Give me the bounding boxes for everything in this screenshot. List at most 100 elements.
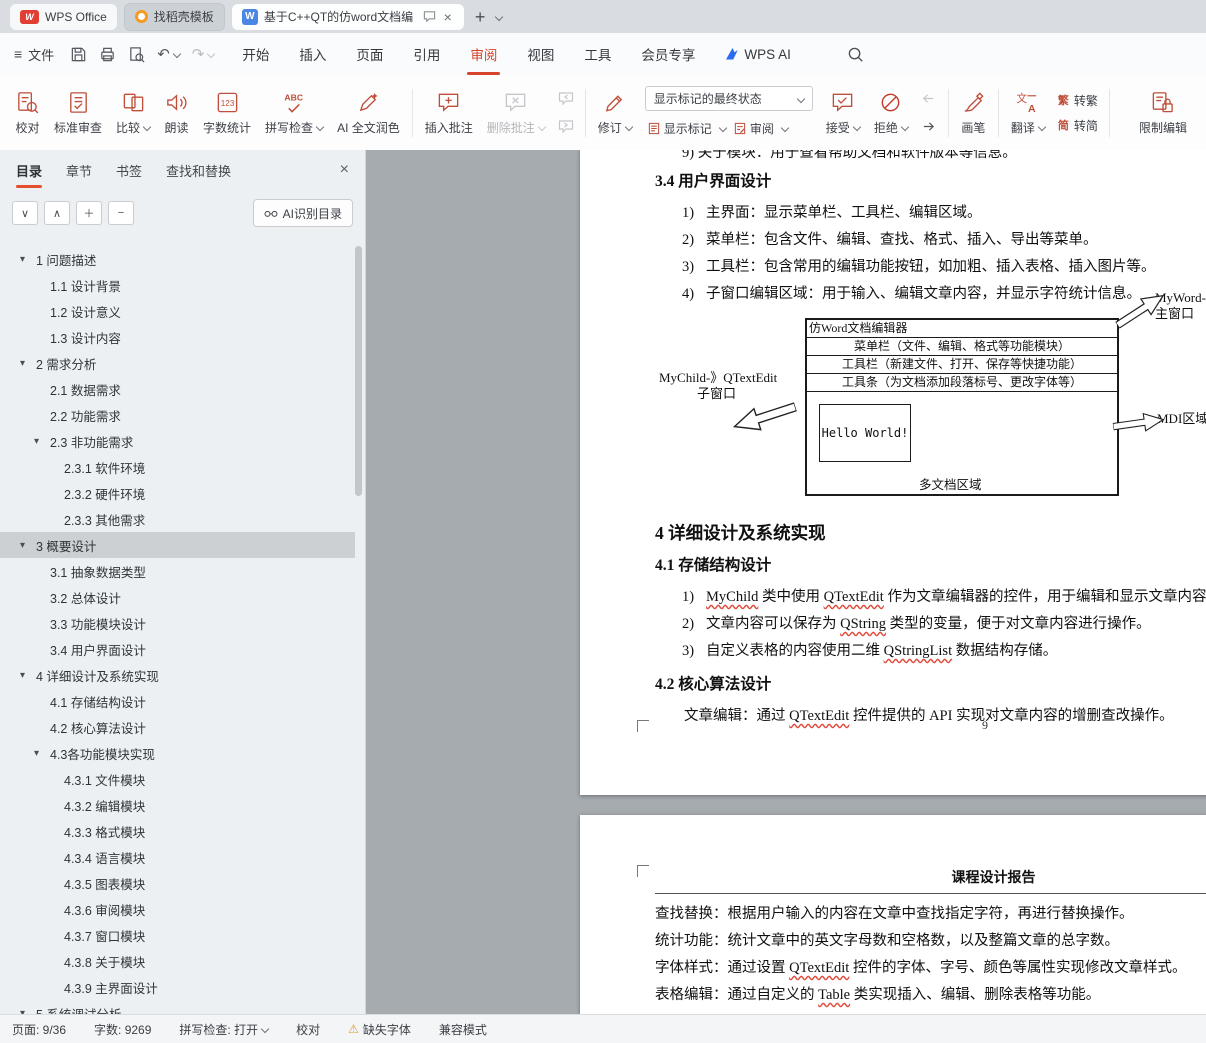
tab-membership[interactable]: 会员专享 (641, 33, 695, 75)
toc-item[interactable]: 1.2 设计意义 (0, 298, 355, 324)
tab-toc[interactable]: 目录 (16, 150, 43, 190)
word-count-button[interactable]: 123 字数统计 (196, 82, 258, 144)
accept-button[interactable]: 接受 (819, 82, 867, 144)
spell-check-button[interactable]: ABC 拼写检查 (258, 82, 330, 144)
compatibility-mode-indicator[interactable]: 兼容模式 (439, 1021, 487, 1038)
to-simplified-button[interactable]: 简 转简 (1058, 115, 1098, 135)
tab-list-chevron-icon[interactable] (495, 12, 504, 21)
ai-polish-button[interactable]: AI 全文润色 (330, 82, 407, 144)
redo-button[interactable]: ↷ (192, 45, 216, 63)
toc-item[interactable]: ▾ 2.3 非功能需求 (0, 428, 355, 454)
new-tab-button[interactable]: + (475, 8, 486, 26)
zoom-out-button[interactable]: − (108, 201, 134, 225)
toc-item[interactable]: 3.1 抽象数据类型 (0, 558, 355, 584)
collapse-caret-icon[interactable]: ▾ (34, 748, 50, 759)
close-sidebar-icon[interactable]: × (340, 161, 349, 179)
toc-item[interactable]: ▾ 1 问题描述 (0, 246, 355, 272)
tab-insert[interactable]: 插入 (299, 33, 326, 75)
undo-button[interactable]: ↶ (157, 45, 182, 63)
tab-view[interactable]: 视图 (527, 33, 554, 75)
file-menu-button[interactable]: ≡ 文件 (14, 45, 54, 64)
collapse-caret-icon[interactable]: ▾ (20, 670, 36, 681)
toc-item[interactable]: 4.1 存储结构设计 (0, 688, 355, 714)
document-page-9[interactable]: 9) 关于模块：用于查看帮助文档和软件版本等信息。 3.4 用户界面设计 主界面… (580, 150, 1206, 795)
toc-item[interactable]: 2.2 功能需求 (0, 402, 355, 428)
toc-item[interactable]: 4.3.8 关于模块 (0, 948, 355, 974)
toc-item[interactable]: ▾ 4 详细设计及系统实现 (0, 662, 355, 688)
docer-template-tab[interactable]: 找稻壳模板 (123, 2, 225, 31)
search-icon[interactable] (847, 46, 864, 63)
toc-item[interactable]: 4.3.3 格式模块 (0, 818, 355, 844)
proofread-status[interactable]: 校对 (296, 1021, 320, 1038)
sidebar-scrollbar[interactable] (355, 246, 362, 496)
toc-item[interactable]: 2.3.3 其他需求 (0, 506, 355, 532)
toc-item[interactable]: ▾ 2 需求分析 (0, 350, 355, 376)
toc-item[interactable]: 2.3.2 硬件环境 (0, 480, 355, 506)
word-count-indicator[interactable]: 字数: 9269 (94, 1021, 151, 1038)
markup-state-select[interactable]: 显示标记的最终状态 (644, 86, 813, 111)
save-button[interactable] (70, 46, 87, 63)
print-preview-button[interactable] (128, 46, 145, 63)
expand-all-button[interactable]: ∨ (12, 201, 38, 225)
insert-comment-button[interactable]: 插入批注 (418, 82, 480, 144)
to-traditional-button[interactable]: 繁 转繁 (1058, 90, 1098, 110)
print-button[interactable] (99, 46, 116, 63)
spell-check-toggle[interactable]: 拼写检查: 打开 (179, 1021, 270, 1038)
page-indicator[interactable]: 页面: 9/36 (12, 1021, 66, 1038)
wps-office-tab[interactable]: W WPS Office (10, 3, 117, 30)
toc-item[interactable]: 2.3.1 软件环境 (0, 454, 355, 480)
next-comment-button[interactable] (554, 116, 578, 137)
next-change-button[interactable] (917, 116, 941, 137)
close-tab-icon[interactable]: × (442, 9, 454, 25)
tab-find-replace[interactable]: 查找和替换 (166, 150, 231, 190)
undo-chevron-icon[interactable] (172, 49, 182, 59)
tab-bookmarks[interactable]: 书签 (116, 150, 142, 190)
read-aloud-button[interactable]: 朗读 (157, 82, 196, 144)
toc-item[interactable]: ▾ 4.3各功能模块实现 (0, 740, 355, 766)
toc-item[interactable]: 4.2 核心算法设计 (0, 714, 355, 740)
ink-pen-button[interactable]: 画笔 (954, 82, 993, 144)
toc-item[interactable]: 4.3.6 审阅模块 (0, 896, 355, 922)
toc-item[interactable]: 2.1 数据需求 (0, 376, 355, 402)
toc-item[interactable]: 4.3.7 窗口模块 (0, 922, 355, 948)
zoom-in-button[interactable]: ＋ (76, 201, 102, 225)
collapse-caret-icon[interactable]: ▾ (34, 436, 50, 447)
standard-review-button[interactable]: 标准审查 (47, 82, 109, 144)
toc-item[interactable]: ▾ 3 概要设计 (0, 532, 355, 558)
previous-comment-button[interactable] (554, 88, 578, 109)
ai-catalog-button[interactable]: AI识别目录 (252, 199, 353, 227)
toc-item[interactable]: 4.3.5 图表模块 (0, 870, 355, 896)
collapse-caret-icon[interactable]: ▾ (20, 254, 36, 265)
toc-item[interactable]: ▾ 5 系统调试分析 (0, 1000, 355, 1016)
tab-page[interactable]: 页面 (356, 33, 383, 75)
toc-item[interactable]: 3.3 功能模块设计 (0, 610, 355, 636)
reject-button[interactable]: 拒绝 (867, 82, 915, 144)
restrict-editing-button[interactable]: 限制编辑 (1132, 82, 1194, 144)
tab-reference[interactable]: 引用 (413, 33, 440, 75)
document-page-10[interactable]: 课程设计报告 查找替换：根据用户输入的内容在文章中查找指定字符，再进行替换操作。… (580, 815, 1206, 1015)
collapse-caret-icon[interactable]: ▾ (20, 358, 36, 369)
track-changes-button[interactable]: 修订 (591, 82, 639, 144)
toc-item[interactable]: 4.3.4 语言模块 (0, 844, 355, 870)
document-tab[interactable]: W 基于C++QT的仿word文档编 × (231, 3, 464, 30)
previous-change-button[interactable] (917, 88, 941, 109)
toc-item[interactable]: 4.3.1 文件模块 (0, 766, 355, 792)
tab-review[interactable]: 审阅 (467, 33, 501, 75)
tab-tools[interactable]: 工具 (584, 33, 611, 75)
toc-item[interactable]: 1.1 设计背景 (0, 272, 355, 298)
compare-button[interactable]: 比较 (109, 82, 157, 144)
toc-item[interactable]: 1.3 设计内容 (0, 324, 355, 350)
toc-item[interactable]: 4.3.2 编辑模块 (0, 792, 355, 818)
tab-home[interactable]: 开始 (242, 33, 269, 75)
redo-chevron-icon[interactable] (207, 49, 216, 59)
proofread-button[interactable]: 校对 (8, 82, 47, 144)
collapse-caret-icon[interactable]: ▾ (20, 540, 36, 551)
toc-item[interactable]: 3.4 用户界面设计 (0, 636, 355, 662)
collapse-all-button[interactable]: ∧ (44, 201, 70, 225)
toc-item[interactable]: 4.3.9 主界面设计 (0, 974, 355, 1000)
translate-button[interactable]: 文A 翻译 (1004, 82, 1052, 144)
reviewers-button[interactable]: 审阅 (731, 117, 813, 139)
missing-font-warning[interactable]: ⚠ 缺失字体 (348, 1021, 411, 1038)
tab-wps-ai[interactable]: WPS AI (725, 33, 791, 75)
toc-item[interactable]: 3.2 总体设计 (0, 584, 355, 610)
